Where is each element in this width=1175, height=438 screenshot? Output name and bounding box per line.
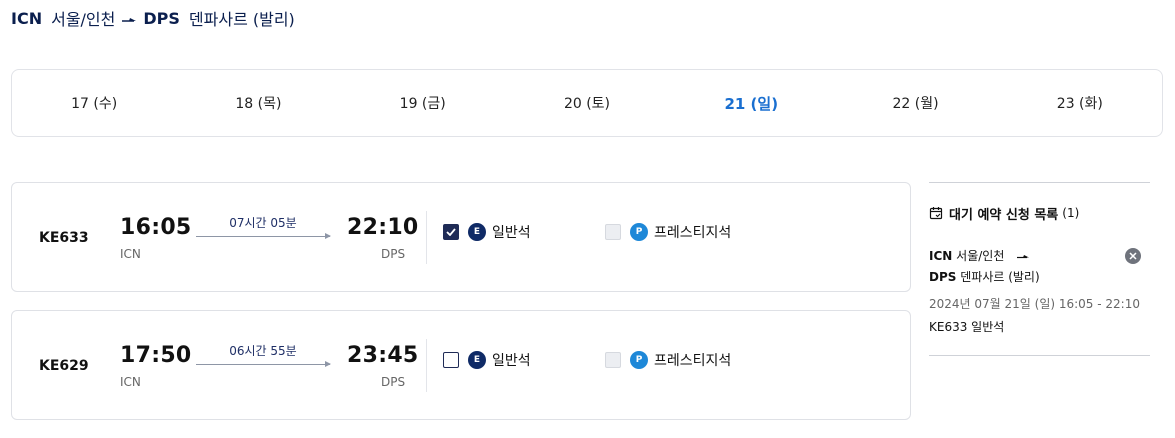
waitlist-count: (1)	[1062, 206, 1080, 220]
economy-checkbox[interactable]	[443, 224, 459, 240]
waitlist-dest-city: 덴파사르 (발리)	[960, 270, 1040, 284]
economy-badge: E	[468, 223, 486, 241]
waitlist-origin: ICN 서울/인천	[929, 247, 1030, 264]
calendar-icon	[929, 206, 943, 220]
prestige-option[interactable]: P 프레스티지석	[605, 349, 731, 371]
economy-option[interactable]: E 일반석	[443, 221, 531, 243]
flight-duration: 07시간 05분	[229, 216, 297, 230]
date-tab[interactable]: 22 (월)	[833, 93, 997, 113]
plane-arrow-icon	[1016, 249, 1030, 263]
arrival-airport: DPS	[381, 247, 406, 261]
duration-arrow-icon	[196, 361, 331, 367]
departure-airport: ICN	[120, 247, 141, 261]
prestige-checkbox[interactable]	[605, 224, 621, 240]
close-icon	[1129, 252, 1137, 260]
prestige-option[interactable]: P 프레스티지석	[605, 221, 731, 243]
economy-label: 일반석	[492, 353, 531, 369]
flight-card: KE633 16:05 ICN 07시간 05분 22:10 DPS E 일반석…	[11, 182, 911, 292]
date-tab-selected[interactable]: 21 (일)	[669, 93, 833, 114]
dest-code: DPS	[143, 8, 180, 28]
departure-time: 17:50	[120, 343, 192, 368]
date-selector: 17 (수) 18 (목) 19 (금) 20 (토) 21 (일) 22 (월…	[11, 69, 1163, 137]
waitlist-title: 대기 예약 신청 목록 (1)	[929, 203, 1079, 223]
departure-time: 16:05	[120, 215, 192, 240]
date-tab[interactable]: 20 (토)	[505, 93, 669, 113]
duration-arrow-icon	[196, 233, 331, 239]
remove-waitlist-button[interactable]	[1125, 248, 1141, 264]
origin-city: 서울/인천	[51, 10, 116, 29]
waitlist-dest-code: DPS	[929, 270, 957, 284]
date-tab[interactable]: 23 (화)	[998, 93, 1162, 113]
divider	[426, 339, 427, 392]
waitlist-destination: DPS 덴파사르 (발리)	[929, 268, 1040, 285]
route-header: ICN 서울/인천 DPS 덴파사르 (발리)	[11, 7, 295, 30]
flight-number: KE629	[39, 358, 89, 374]
waitlist-origin-city: 서울/인천	[956, 249, 1005, 263]
prestige-label: 프레스티지석	[654, 225, 732, 241]
date-tab[interactable]: 19 (금)	[341, 93, 505, 113]
flight-duration: 06시간 55분	[229, 344, 297, 358]
departure-airport: ICN	[120, 375, 141, 389]
prestige-checkbox[interactable]	[605, 352, 621, 368]
flight-card: KE629 17:50 ICN 06시간 55분 23:45 DPS E 일반석…	[11, 310, 911, 420]
waitlist-title-text: 대기 예약 신청 목록	[949, 207, 1059, 223]
dest-city: 덴파사르 (발리)	[188, 10, 295, 29]
date-tab[interactable]: 18 (목)	[176, 93, 340, 113]
economy-badge: E	[468, 351, 486, 369]
date-tab[interactable]: 17 (수)	[12, 93, 176, 113]
divider	[426, 211, 427, 264]
plane-arrow-icon	[121, 9, 137, 28]
economy-option[interactable]: E 일반석	[443, 349, 531, 371]
waitlist-origin-code: ICN	[929, 249, 953, 263]
arrival-airport: DPS	[381, 375, 406, 389]
origin-code: ICN	[11, 8, 43, 28]
waitlist-flight: KE633 일반석	[929, 320, 1005, 334]
waitlist-panel: 대기 예약 신청 목록 (1) ICN 서울/인천 DPS 덴파사르 (발리) …	[929, 182, 1150, 356]
arrival-time: 23:45	[347, 343, 419, 368]
economy-checkbox[interactable]	[443, 352, 459, 368]
prestige-label: 프레스티지석	[654, 353, 732, 369]
economy-label: 일반석	[492, 225, 531, 241]
check-icon	[446, 228, 456, 236]
arrival-time: 22:10	[347, 215, 419, 240]
prestige-badge: P	[630, 351, 648, 369]
flight-number: KE633	[39, 230, 89, 246]
waitlist-datetime: 2024년 07월 21일 (일) 16:05 - 22:10	[929, 297, 1140, 311]
prestige-badge: P	[630, 223, 648, 241]
